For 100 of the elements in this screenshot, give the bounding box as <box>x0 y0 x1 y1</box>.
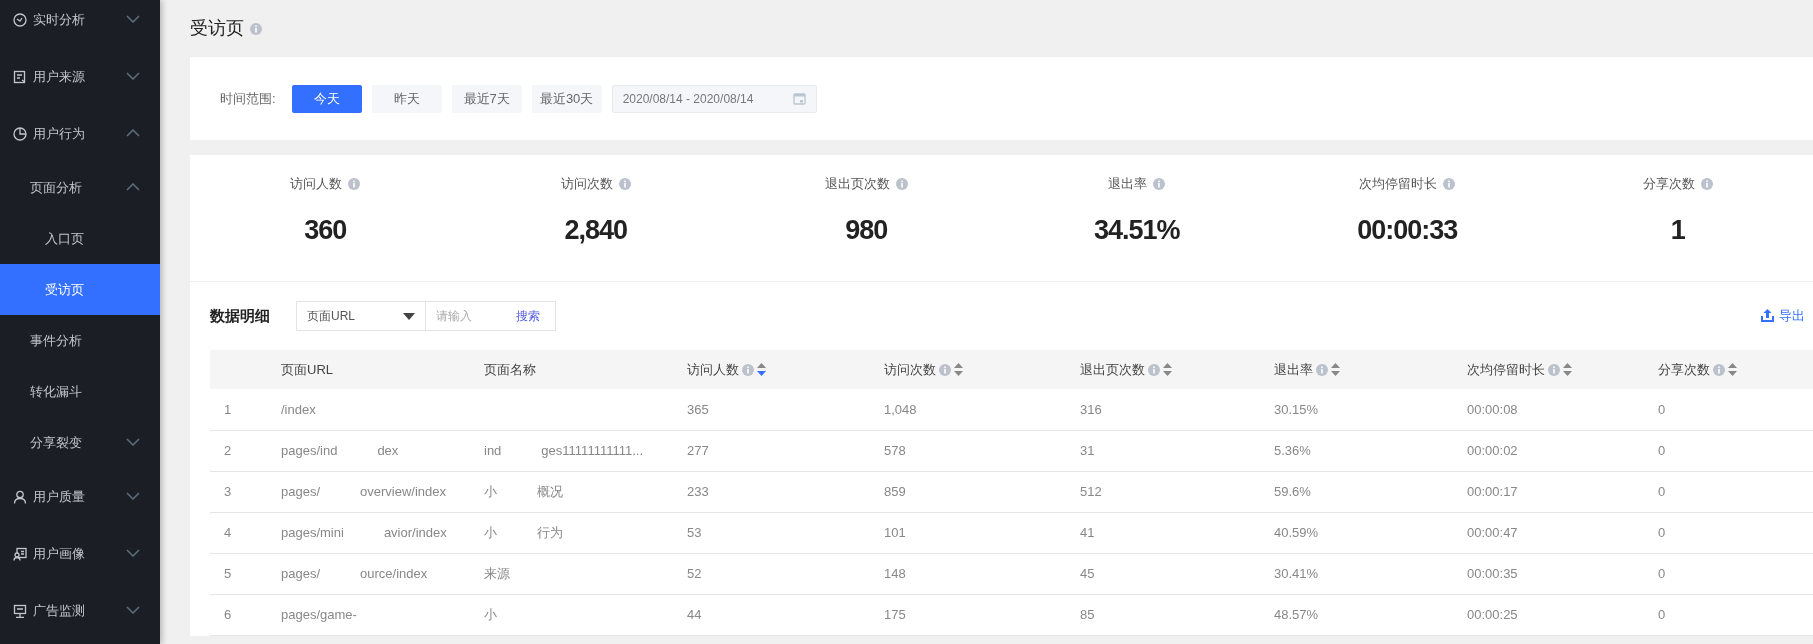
table-cell: 45 <box>1080 565 1095 581</box>
table-cell: 148 <box>884 565 906 581</box>
sidebar-item[interactable]: 受访页 <box>0 264 160 315</box>
table-cell: 316 <box>1080 401 1102 417</box>
calendar-icon <box>792 92 806 105</box>
table-cell: 00:00:02 <box>1467 442 1518 458</box>
stat-label: 访问次数 <box>560 175 613 193</box>
row-number: 6 <box>224 606 232 622</box>
info-icon <box>895 177 908 190</box>
table-cell: 0 <box>1658 606 1666 622</box>
caret-down-icon <box>403 312 415 320</box>
cell-text-fragment: 小 <box>484 523 497 542</box>
stat-label: 访问人数 <box>290 175 343 193</box>
table-cell: 175 <box>884 606 906 622</box>
cell-text-fragment: 小 <box>484 605 497 624</box>
cell-text-fragment: pages/ <box>281 482 321 501</box>
table-cell: 1,048 <box>884 401 917 417</box>
cell-text-fragment: overview/index <box>360 482 447 501</box>
table-cell: 59.6% <box>1274 483 1311 499</box>
sidebar-item[interactable]: 广告监测 <box>0 582 160 639</box>
sidebar-item[interactable]: 分享裂变 <box>0 417 160 468</box>
range-button[interactable]: 最近30天 <box>531 84 602 113</box>
table-cell: 40.59% <box>1274 524 1319 540</box>
table-cell: 0 <box>1658 442 1666 458</box>
column-header[interactable]: 退出页次数 <box>1080 359 1145 380</box>
table-cell: 30.41% <box>1274 565 1319 581</box>
cell-text-fragment: ges11111111111... <box>541 441 644 460</box>
sidebar-item[interactable]: 页面分析 <box>0 162 160 213</box>
monitor-icon <box>13 603 27 618</box>
table-cell: 30.15% <box>1274 401 1319 417</box>
search-button[interactable]: 搜索 <box>516 307 540 325</box>
table-cell: 44 <box>687 606 702 622</box>
row-number: 1 <box>224 401 232 417</box>
stat-label: 退出页次数 <box>824 175 890 193</box>
filter-label: 时间范围: <box>220 89 276 108</box>
stat-value: 980 <box>845 213 888 247</box>
column-header[interactable]: 页面名称 <box>484 359 536 380</box>
table-cell: 0 <box>1658 524 1666 540</box>
column-header[interactable]: 访问人数 <box>687 359 739 380</box>
info-icon <box>250 22 262 35</box>
date-range-field[interactable]: 2020/08/14 - 2020/08/14 <box>611 84 817 113</box>
stat-label: 退出率 <box>1108 175 1148 193</box>
table-cell: 48.57% <box>1274 606 1319 622</box>
table-cell: 512 <box>1080 483 1102 499</box>
row-number: 2 <box>224 442 232 458</box>
table-cell: 5.36% <box>1274 442 1311 458</box>
sidebar-item[interactable]: 转化漏斗 <box>0 366 160 417</box>
table-cell: 41 <box>1080 524 1095 540</box>
upload-icon <box>1760 308 1775 324</box>
range-button[interactable]: 昨天 <box>371 84 442 113</box>
sidebar-item[interactable]: 用户来源 <box>0 48 160 105</box>
cell-text-fragment: ind <box>484 441 502 460</box>
cell-text-fragment: pages/game- <box>281 605 357 624</box>
info-icon <box>1700 177 1713 190</box>
cell-text-fragment: 概况 <box>537 482 563 501</box>
sidebar-item[interactable]: 入口页 <box>0 213 160 264</box>
table-cell: 00:00:35 <box>1467 565 1518 581</box>
dashboard-icon <box>13 12 27 27</box>
range-button[interactable]: 最近7天 <box>451 84 522 113</box>
table-cell: 859 <box>884 483 906 499</box>
column-header[interactable]: 退出率 <box>1274 359 1313 380</box>
table-cell: 53 <box>687 524 702 540</box>
column-header[interactable]: 访问次数 <box>884 359 936 380</box>
cell-text-fragment: ource/index <box>360 564 428 583</box>
cell-text-fragment: pages/ <box>281 564 321 583</box>
stat-value: 2,840 <box>564 213 628 247</box>
section-title: 数据明细 <box>210 305 270 326</box>
table-cell: 0 <box>1658 565 1666 581</box>
table-cell: 00:00:17 <box>1467 483 1518 499</box>
field-select[interactable]: 页面URL <box>296 301 426 331</box>
range-button[interactable]: 今天 <box>291 84 362 113</box>
column-header[interactable]: 分享次数 <box>1658 359 1710 380</box>
sidebar-item[interactable]: 事件分析 <box>0 315 160 366</box>
cell-text-fragment: pages/mini <box>281 523 344 542</box>
cell-text-fragment: /index <box>281 400 316 419</box>
row-number: 5 <box>224 565 232 581</box>
info-icon <box>348 177 361 190</box>
stat-value: 360 <box>304 213 347 247</box>
table-cell: 277 <box>687 442 709 458</box>
sidebar-item[interactable]: 实时分析 <box>0 0 160 48</box>
search-field[interactable]: 请输入 搜索 <box>426 301 556 331</box>
table-cell: 233 <box>687 483 709 499</box>
table-cell: 0 <box>1658 401 1666 417</box>
info-icon <box>618 177 631 190</box>
cell-text-fragment: avior/index <box>383 523 447 542</box>
column-header[interactable]: 页面URL <box>281 359 333 380</box>
export-link[interactable]: 导出 <box>1779 306 1805 326</box>
table-cell: 85 <box>1080 606 1095 622</box>
user-icon <box>13 489 27 504</box>
table-cell: 00:00:25 <box>1467 606 1518 622</box>
sidebar-item[interactable]: 用户行为 <box>0 105 160 162</box>
table-cell: 0 <box>1658 483 1666 499</box>
page-title: 受访页 <box>190 17 244 40</box>
pie-chart-icon <box>13 126 27 141</box>
table-cell: 31 <box>1080 442 1095 458</box>
stat-label: 次均停留时长 <box>1359 175 1438 193</box>
sidebar-item[interactable]: 用户画像 <box>0 525 160 582</box>
info-icon <box>1443 177 1456 190</box>
stat-value: 1 <box>1670 213 1685 247</box>
sidebar-item[interactable]: 用户质量 <box>0 468 160 525</box>
